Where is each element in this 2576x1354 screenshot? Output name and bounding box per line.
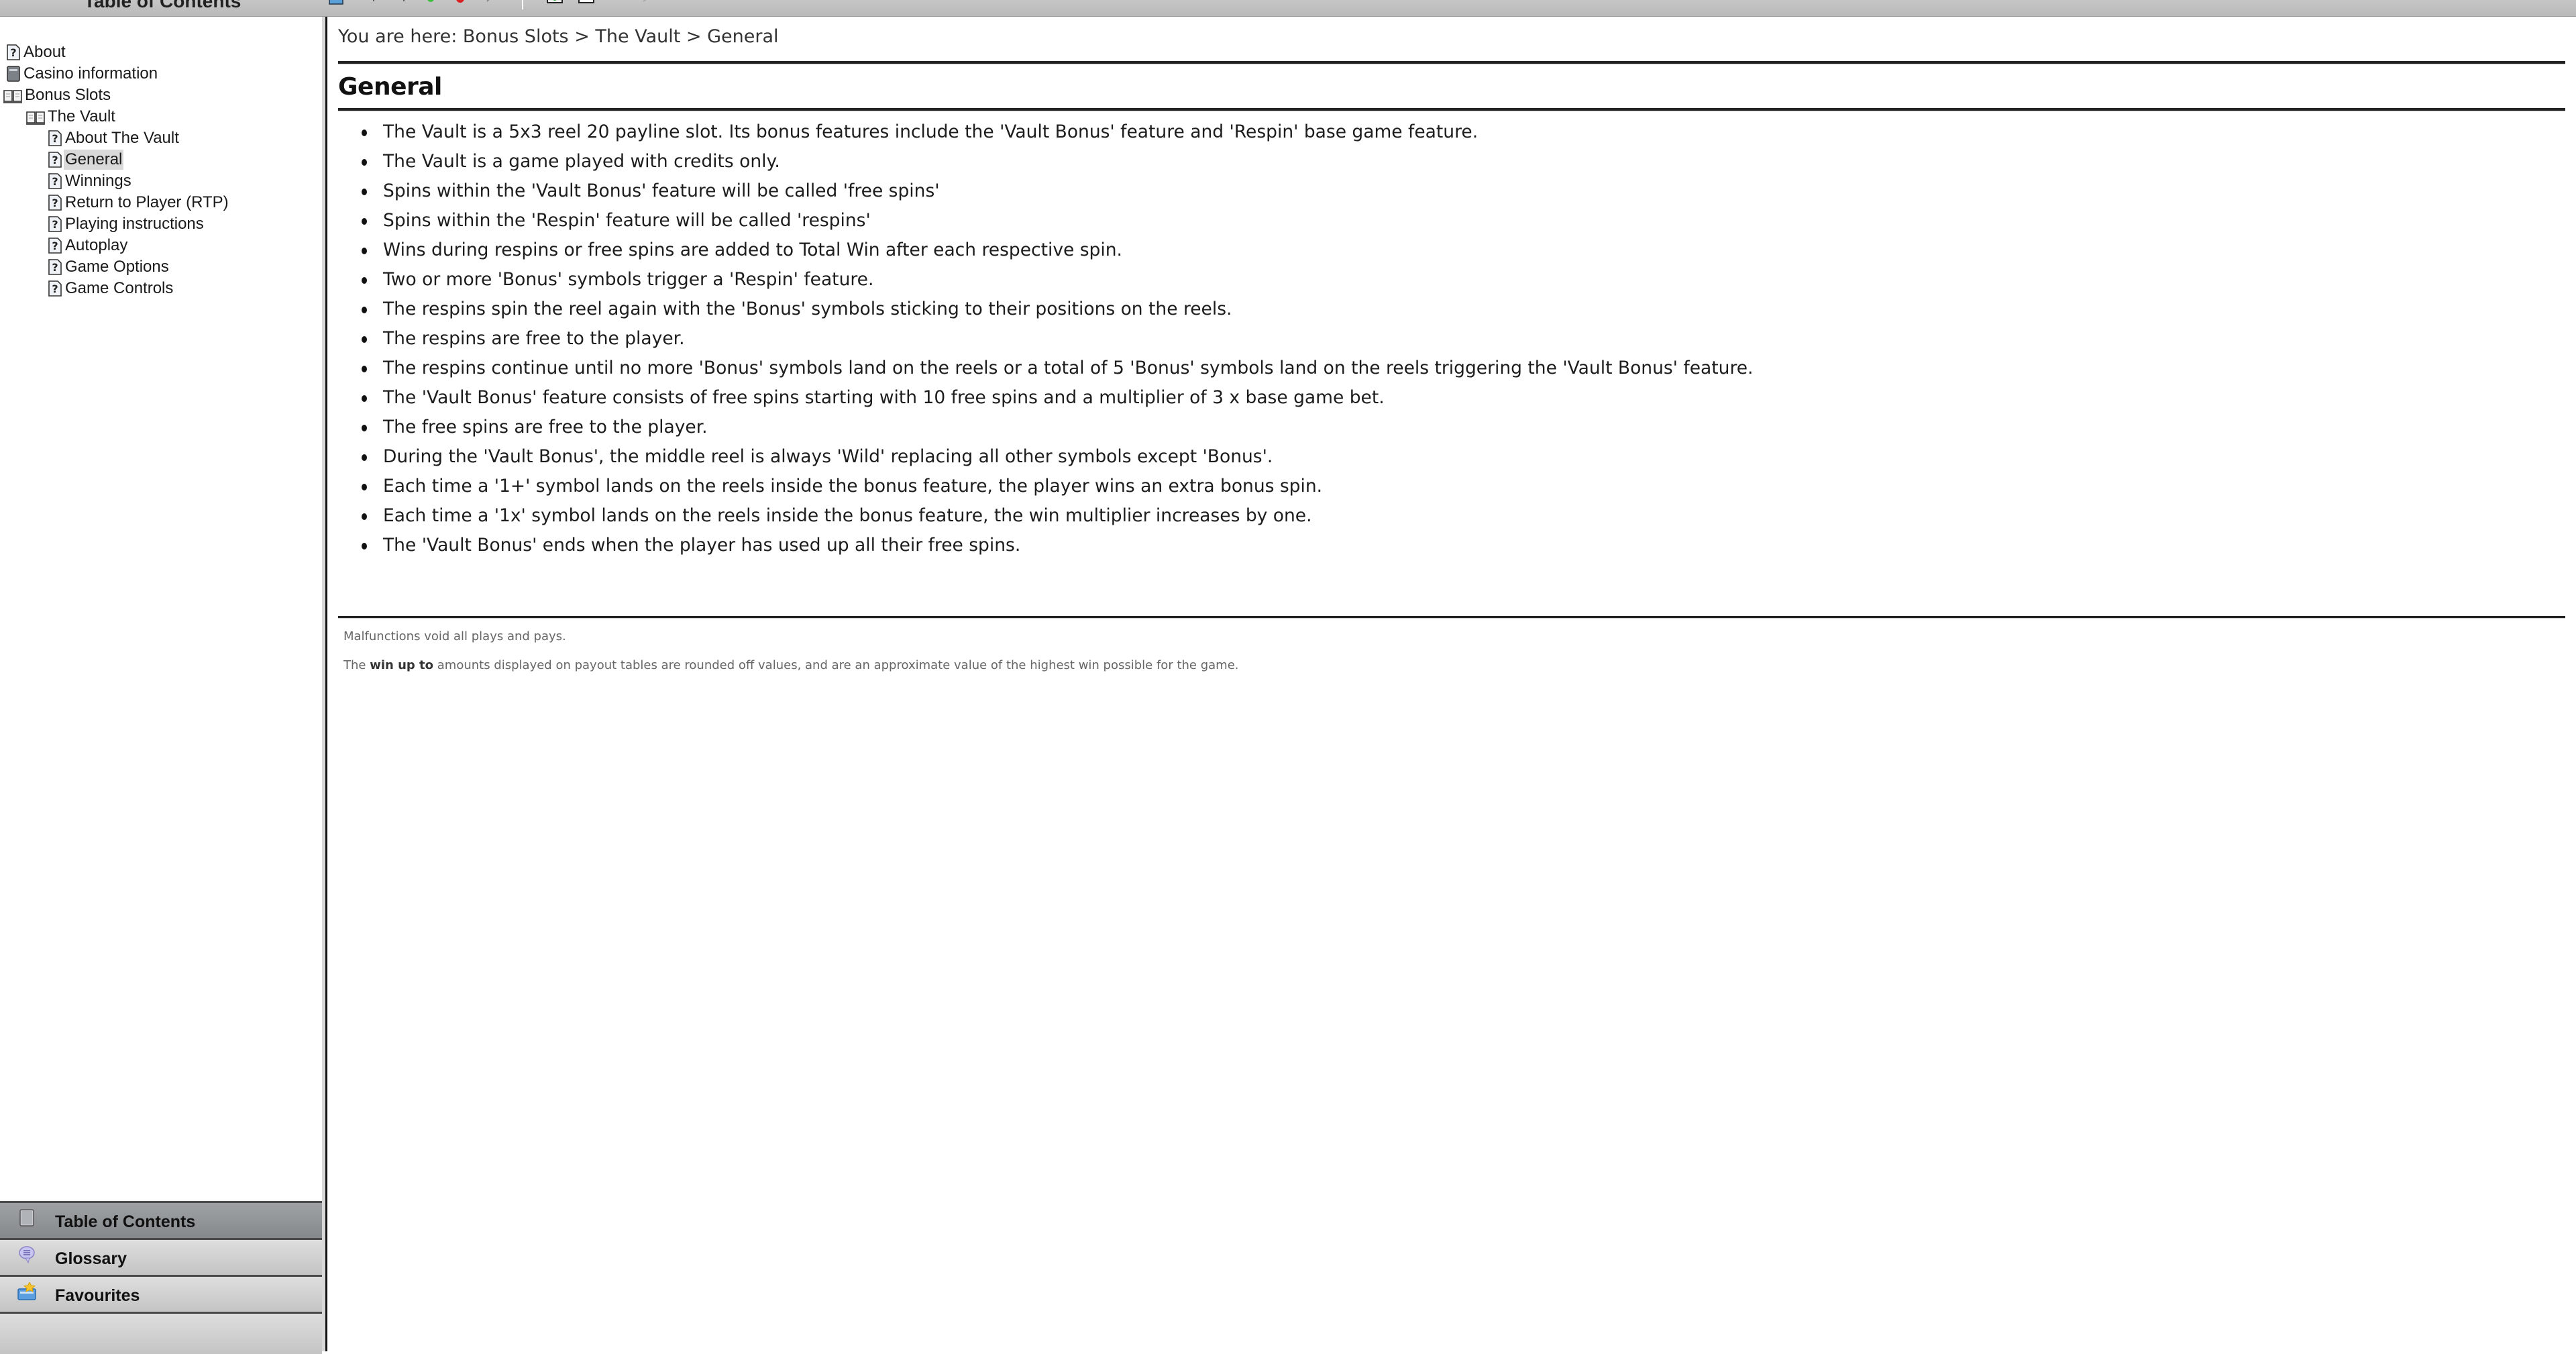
list-item: Two or more 'Bonus' symbols trigger a 'R… xyxy=(338,265,1753,295)
panel-tab-favourites[interactable]: Favourites xyxy=(0,1275,322,1312)
list-item: The respins are free to the player. xyxy=(338,324,1753,354)
highlight-icon[interactable] xyxy=(610,0,627,7)
help-page-icon: ? xyxy=(48,216,62,232)
toc-item-game-controls[interactable]: ? Game Controls xyxy=(47,278,174,299)
divider xyxy=(338,108,2565,111)
toc-item-label: Return to Player (RTP) xyxy=(65,193,229,211)
malfunction-note: Malfunctions void all plays and pays. xyxy=(343,629,566,643)
sidebar: ? About Casino information Bonus Slots The V… xyxy=(0,17,322,1354)
list-item: The respins spin the reel again with the… xyxy=(338,295,1753,324)
help-page-icon: ? xyxy=(48,238,62,254)
panel-tab-label: Table of Contents xyxy=(55,1212,196,1231)
list-item: Each time a '1+' symbol lands on the ree… xyxy=(338,472,1753,501)
svg-text:?: ? xyxy=(52,132,58,145)
back-icon[interactable] xyxy=(366,0,382,7)
toc-item-return-to-player-rtp[interactable]: ? Return to Player (RTP) xyxy=(47,193,230,213)
toc-item-label: About The Vault xyxy=(65,129,179,147)
list-item: The free spins are free to the player. xyxy=(338,413,1753,442)
print-icon[interactable] xyxy=(547,0,563,7)
open-book-icon xyxy=(26,111,45,125)
toc-item-bonus-slots[interactable]: Bonus Slots xyxy=(3,85,112,105)
toc-item-label: Winnings xyxy=(65,172,131,190)
toc-header-title: Table of Contents xyxy=(84,0,241,11)
pin-icon[interactable] xyxy=(639,0,655,7)
print-page-icon[interactable] xyxy=(578,0,594,7)
toc-item-label: Game Controls xyxy=(65,279,174,297)
speech-bubble-icon xyxy=(19,1246,35,1264)
red-dot-icon[interactable] xyxy=(452,0,468,7)
win-up-to-note: The win up to amounts displayed on payou… xyxy=(343,658,1239,672)
svg-text:?: ? xyxy=(52,175,58,188)
toc-item-winnings[interactable]: ? Winnings xyxy=(47,171,133,191)
open-book-icon xyxy=(3,90,22,103)
toc-item-autoplay[interactable]: ? Autoplay xyxy=(47,236,129,256)
list-item: Wins during respins or free spins are ad… xyxy=(338,236,1753,265)
toc-item-label: The Vault xyxy=(48,107,115,125)
splitter-border xyxy=(325,17,327,1351)
panel-tab-glossary[interactable]: Glossary xyxy=(0,1238,322,1275)
toc-item-game-options[interactable]: ? Game Options xyxy=(47,257,170,277)
list-item: Spins within the 'Respin' feature will b… xyxy=(338,206,1753,236)
toc-item-label: Game Options xyxy=(65,258,169,276)
breadcrumb: You are here: Bonus Slots > The Vault > … xyxy=(338,26,779,47)
svg-text:?: ? xyxy=(52,218,58,231)
favourites-folder-icon xyxy=(17,1282,36,1300)
toc-icon[interactable] xyxy=(329,0,345,7)
toc-item-playing-instructions[interactable]: ? Playing instructions xyxy=(47,214,205,234)
edit-icon[interactable] xyxy=(482,0,498,7)
list-item: The Vault is a game played with credits … xyxy=(338,147,1753,176)
list-item: The Vault is a 5x3 reel 20 payline slot.… xyxy=(338,117,1753,147)
toc-item-general[interactable]: ? General xyxy=(47,150,124,170)
feature-list: The Vault is a 5x3 reel 20 payline slot.… xyxy=(338,117,1753,560)
closed-book-icon xyxy=(7,66,20,82)
win-up-to-bold: win up to xyxy=(370,658,434,672)
toc-item-label: General xyxy=(64,150,124,170)
help-page-icon: ? xyxy=(48,152,62,168)
svg-text:?: ? xyxy=(52,240,58,252)
list-item: The 'Vault Bonus' feature consists of fr… xyxy=(338,383,1753,413)
toc-item-casino-information[interactable]: Casino information xyxy=(5,64,159,84)
panel-tab-empty xyxy=(0,1312,322,1354)
help-page-icon: ? xyxy=(48,259,62,275)
toc-item-about-the-vault[interactable]: ? About The Vault xyxy=(47,128,180,148)
toc-item-label: Autoplay xyxy=(65,236,128,254)
book-icon xyxy=(19,1209,34,1227)
list-item: The respins continue until no more 'Bonu… xyxy=(338,354,1753,383)
list-item: The 'Vault Bonus' ends when the player h… xyxy=(338,531,1753,560)
panel-tab-table-of-contents[interactable]: Table of Contents xyxy=(0,1201,322,1238)
panel-tab-label: Glossary xyxy=(55,1249,127,1268)
green-dot-icon[interactable] xyxy=(423,0,439,7)
help-page-icon: ? xyxy=(48,130,62,146)
toc-item-label: Casino information xyxy=(23,64,158,83)
divider xyxy=(338,61,2565,64)
panel-tab-label: Favourites xyxy=(55,1286,140,1305)
toolbar: Table of Contents xyxy=(0,0,2576,17)
svg-text:?: ? xyxy=(52,282,58,295)
help-page-icon: ? xyxy=(48,173,62,189)
svg-text:?: ? xyxy=(52,261,58,274)
toc-item-the-vault[interactable]: The Vault xyxy=(25,107,117,127)
list-item: Spins within the 'Vault Bonus' feature w… xyxy=(338,176,1753,206)
toc-item-about[interactable]: ? About xyxy=(5,42,67,62)
toc-item-label: About xyxy=(23,43,66,61)
footer-divider xyxy=(338,616,2565,619)
help-page-icon: ? xyxy=(7,44,20,60)
help-page-icon: ? xyxy=(48,195,62,211)
svg-text:?: ? xyxy=(52,197,58,209)
help-page-icon: ? xyxy=(48,280,62,297)
forward-icon[interactable] xyxy=(396,0,412,7)
list-item: Each time a '1x' symbol lands on the ree… xyxy=(338,501,1753,531)
svg-text:?: ? xyxy=(10,46,16,59)
toc-item-label: Bonus Slots xyxy=(25,86,111,104)
svg-text:?: ? xyxy=(52,154,58,166)
toolbar-separator xyxy=(522,0,523,9)
toc-item-label: Playing instructions xyxy=(65,215,204,233)
page-title: General xyxy=(338,73,442,101)
list-item: During the 'Vault Bonus', the middle ree… xyxy=(338,442,1753,472)
